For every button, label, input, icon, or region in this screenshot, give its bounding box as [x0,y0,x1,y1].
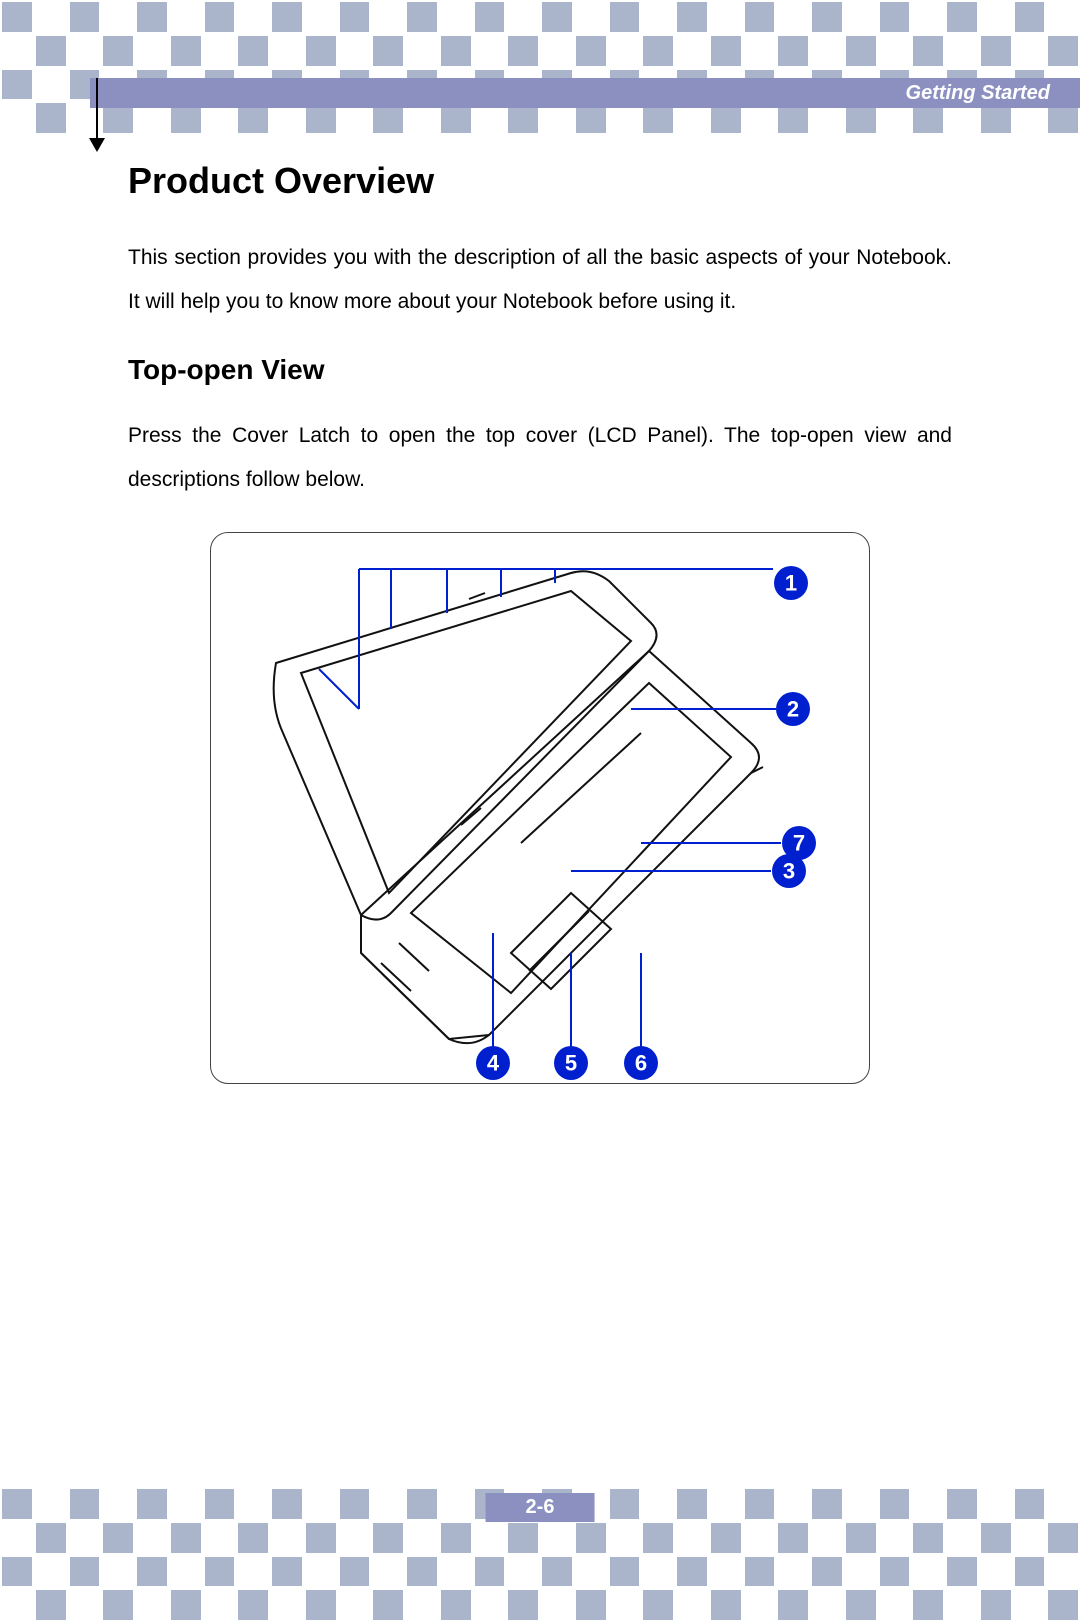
page-number: 2-6 [486,1493,595,1522]
callout-2: 2 [787,697,799,722]
laptop-diagram: 1 2 7 3 4 5 [210,532,870,1084]
callout-1: 1 [785,571,797,596]
intro-paragraph: This section provides you with the descr… [128,236,952,324]
section-subtitle: Top-open View [128,354,952,386]
page-content: Product Overview This section provides y… [128,160,952,1084]
callout-7: 7 [793,831,805,856]
callout-3: 3 [783,859,795,884]
callout-5: 5 [565,1051,577,1076]
decorative-checker-top [0,0,1080,135]
callout-6: 6 [635,1051,647,1076]
chapter-header-text: Getting Started [906,82,1050,105]
header-arrow-icon [96,78,98,150]
page-title: Product Overview [128,160,952,202]
chapter-header-bar: Getting Started [90,78,1080,108]
callout-4: 4 [487,1051,500,1076]
topopen-paragraph: Press the Cover Latch to open the top co… [128,414,952,502]
